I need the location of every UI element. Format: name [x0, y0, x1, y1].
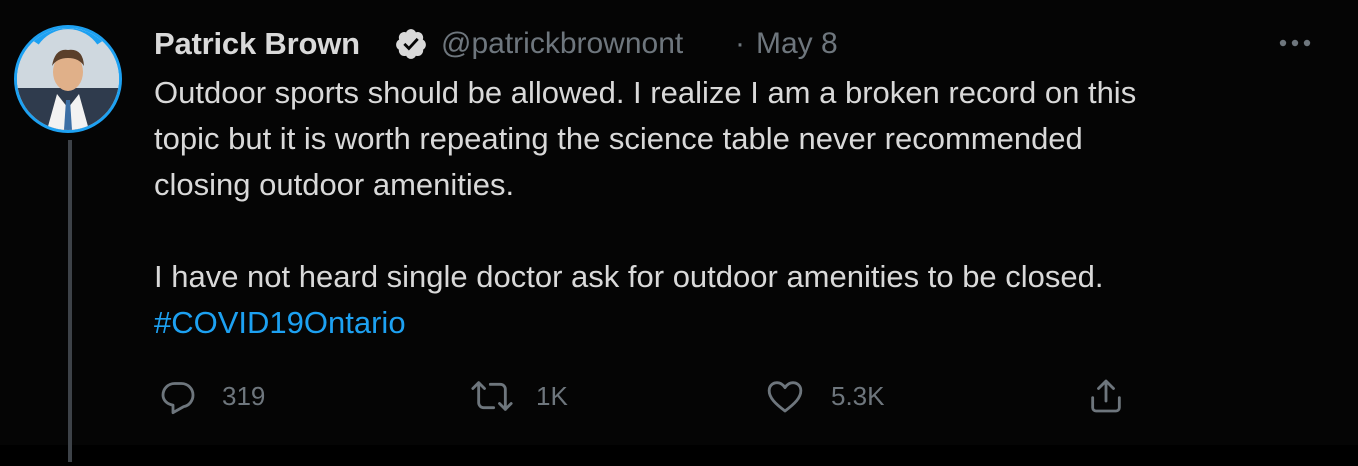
verified-badge-icon — [396, 29, 426, 59]
more-icon[interactable] — [1275, 28, 1315, 58]
separator-dot: · — [735, 27, 745, 60]
tweet-text-line: closing outdoor amenities. — [154, 167, 515, 202]
tweet-text-line: I have not heard single doctor ask for o… — [154, 259, 1104, 294]
avatar-photo — [17, 28, 119, 130]
author-name[interactable]: Patrick Brown — [154, 26, 360, 62]
hashtag-link[interactable]: #COVID19Ontario — [154, 300, 406, 346]
avatar[interactable] — [14, 25, 122, 133]
retweet-button[interactable]: 1K — [470, 374, 568, 418]
share-button[interactable] — [1086, 374, 1126, 418]
thread-line — [68, 140, 72, 462]
tweet-text-line: topic but it is worth repeating the scie… — [154, 121, 1083, 156]
tweet-date[interactable]: May 8 — [756, 27, 838, 61]
thread-line-extension — [68, 440, 72, 462]
tweet-text-line: Outdoor sports should be allowed. I real… — [154, 75, 1137, 110]
retweet-count: 1K — [536, 380, 568, 411]
reply-button[interactable]: 319 — [158, 374, 265, 418]
like-count: 5.3K — [831, 380, 885, 411]
page-background — [0, 445, 1358, 466]
reply-icon — [161, 382, 195, 415]
like-button[interactable]: 5.3K — [765, 374, 885, 418]
tweet-card[interactable]: Patrick Brown @patrickbrownont · May 8 O… — [0, 0, 1358, 462]
retweet-icon — [471, 381, 513, 411]
reply-count: 319 — [222, 380, 266, 411]
author-handle[interactable]: @patrickbrownont — [441, 27, 683, 61]
share-icon — [1091, 379, 1121, 413]
like-icon — [767, 381, 803, 413]
